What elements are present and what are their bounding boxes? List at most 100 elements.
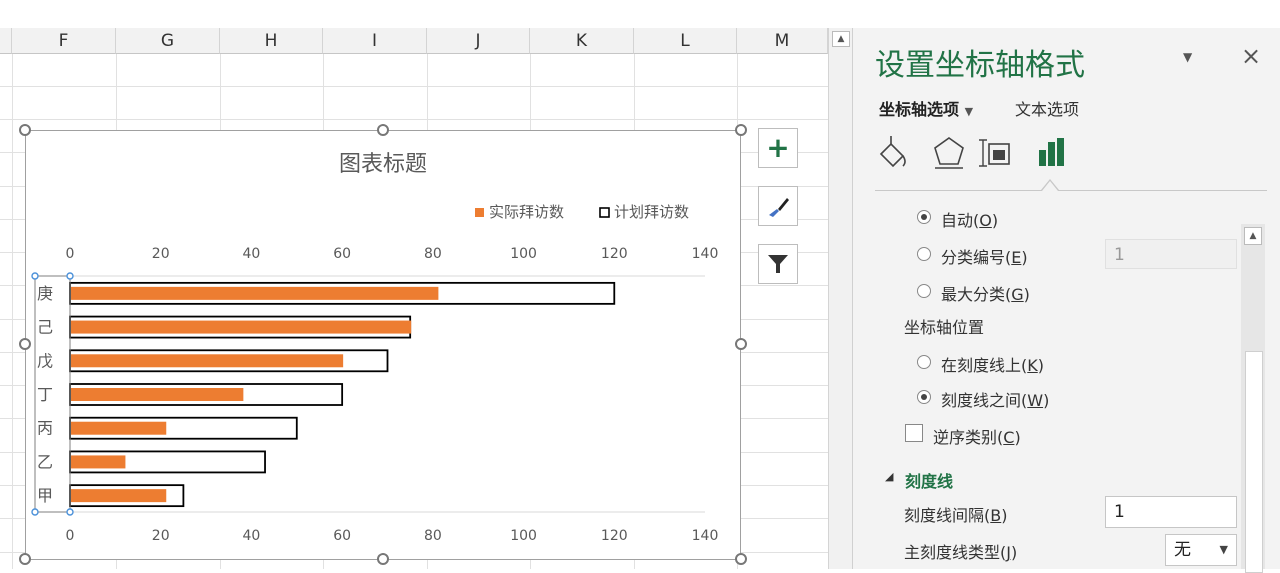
column-header-g[interactable]: G [116,28,220,54]
label-between-tick-marks[interactable]: 刻度线之间(W) [941,387,1049,411]
legend-label-actual[interactable]: 实际拜访数 [489,203,564,221]
axis-handle[interactable] [66,272,74,280]
bottom-axis-tick-label: 20 [152,528,170,544]
radio-max-category[interactable] [917,284,931,298]
chart-resize-handle-n[interactable] [377,124,389,136]
label-max-category[interactable]: 最大分类(G) [941,281,1030,305]
radio-between-tick-marks[interactable] [917,390,931,404]
label-on-tick-marks[interactable]: 在刻度线上(K) [941,352,1044,376]
column-header-i[interactable]: I [323,28,427,54]
chart-title[interactable]: 图表标题 [339,152,427,177]
legend-swatch-planned [599,207,610,218]
category-label: 丁 [37,385,53,404]
top-axis-tick-label: 140 [692,246,719,262]
bottom-axis-tick-label: 80 [424,528,442,544]
radio-category-number[interactable] [917,247,931,261]
column-header-m[interactable]: M [737,28,828,54]
pane-title: 设置坐标轴格式 [875,48,1085,83]
bottom-axis-tick-label: 140 [692,528,719,544]
size-properties-icon[interactable] [979,139,1010,167]
bottom-axis-tick-label: 60 [333,528,351,544]
pane-divider [875,190,1267,191]
scroll-up-arrow-icon[interactable]: ▲ [832,31,850,47]
bottom-axis-tick-label: 0 [66,528,75,544]
bar-actual[interactable] [71,421,167,435]
category-label: 甲 [37,486,53,505]
close-icon[interactable]: × [1241,42,1261,70]
axis-handle[interactable] [66,508,74,516]
axis-handle[interactable] [31,272,39,280]
tick-marks-section-heading[interactable]: 刻度线 [905,468,953,492]
label-auto[interactable]: 自动(O) [941,207,998,231]
chart-resize-handle-w[interactable] [19,338,31,350]
column-header-f[interactable]: F [12,28,116,54]
top-axis-tick-label: 40 [243,246,261,262]
tab-text-options[interactable]: 文本选项 [1015,96,1079,120]
label-major-tick-type: 主刻度线类型(J) [904,543,1018,562]
category-number-field[interactable]: 1 [1105,239,1237,269]
pane-scrollbar-thumb[interactable] [1245,351,1263,573]
chart-resize-handle-ne[interactable] [735,124,747,136]
top-axis-tick-label: 20 [152,246,170,262]
collapse-triangle-icon[interactable]: ◢ [885,470,893,483]
scroll-up-arrow-icon[interactable]: ▲ [1244,227,1262,245]
column-header-j[interactable]: J [427,28,530,54]
bottom-axis-tick-label: 100 [510,528,537,544]
category-label: 己 [37,318,53,337]
legend-label-planned[interactable]: 计划拜访数 [614,203,689,221]
chart-styles-button[interactable] [758,186,798,226]
pane-scrollbar[interactable]: ▲ [1241,224,1265,573]
tab-axis-options[interactable]: 坐标轴选项 ▼ [879,96,973,120]
chart-area[interactable]: 图表标题 实际拜访数 计划拜访数 0 20 40 60 80 100 120 140 0 20 4… [25,130,741,560]
bar-actual[interactable] [71,354,344,368]
effects-pentagon-icon[interactable] [934,137,964,169]
chart-resize-handle-nw[interactable] [19,124,31,136]
bar-actual[interactable] [71,320,412,334]
chart-resize-handle-e[interactable] [735,338,747,350]
column-header-l[interactable]: L [634,28,737,54]
chart-resize-handle-s[interactable] [377,553,389,565]
chart-resize-handle-se[interactable] [735,553,747,565]
chevron-down-icon: ▼ [964,105,974,118]
bar-actual[interactable] [71,388,244,401]
bottom-axis-tick-label: 120 [601,528,628,544]
chart-elements-button[interactable]: + [758,128,798,168]
axis-position-heading: 坐标轴位置 [904,318,985,337]
radio-auto[interactable] [917,210,931,224]
bar-actual[interactable] [71,286,439,300]
label-tick-interval: 刻度线间隔(B) [904,506,1008,525]
column-header-e[interactable] [0,28,12,54]
radio-on-tick-marks[interactable] [917,355,931,369]
top-axis-tick-label: 100 [510,246,537,262]
paintbrush-icon [769,198,789,217]
category-label: 丙 [37,419,53,438]
category-label: 乙 [37,452,53,471]
top-axis-tick-label: 120 [601,246,628,262]
column-header-k[interactable]: K [530,28,634,54]
bar-actual[interactable] [71,455,126,469]
worksheet-grid[interactable]: F G H I J K L M 图表标题 实际拜访数 计划拜访数 0 20 40 60… [0,0,828,569]
format-axis-pane[interactable]: 设置坐标轴格式 ▼ × 坐标轴选项 ▼ 文本选项 自动(O) 分类编号(E) 1… [852,28,1280,573]
legend-swatch-actual [475,208,484,217]
top-axis-tick-label: 80 [424,246,442,262]
bar-actual[interactable] [71,489,167,503]
pane-options-dropdown-icon[interactable]: ▼ [1183,50,1192,64]
label-category-number[interactable]: 分类编号(E) [941,244,1028,268]
reverse-order-checkbox[interactable] [905,424,923,442]
category-label: 庚 [37,284,53,303]
axis-handle[interactable] [31,508,39,516]
axis-options-chart-icon[interactable] [1039,138,1064,166]
tick-interval-input[interactable]: 1 [1105,496,1237,528]
column-header-h[interactable]: H [220,28,323,54]
bottom-axis-tick-label: 40 [243,528,261,544]
sheet-vertical-scrollbar[interactable]: ▲ [828,28,852,569]
fill-line-icon[interactable] [879,136,906,168]
plus-icon: + [766,131,790,164]
bar-chart[interactable]: 图表标题 实际拜访数 计划拜访数 0 20 40 60 80 100 120 140 0 20 4… [25,130,741,560]
chart-filters-button[interactable] [758,244,798,284]
chart-resize-handle-sw[interactable] [19,553,31,565]
top-axis-tick-label: 0 [66,246,75,262]
label-reverse-order[interactable]: 逆序类别(C) [933,424,1021,448]
chevron-down-icon: ▼ [1219,543,1228,556]
major-tick-type-select[interactable]: 无 ▼ [1165,534,1237,566]
